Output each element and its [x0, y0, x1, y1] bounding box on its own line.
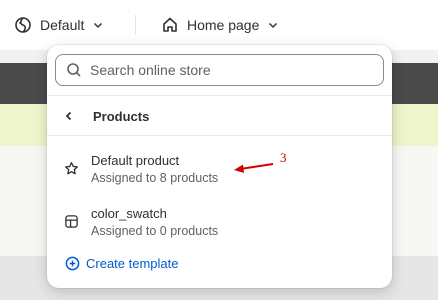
annotation-arrow [234, 163, 274, 173]
annotation-number: 3 [280, 150, 287, 165]
